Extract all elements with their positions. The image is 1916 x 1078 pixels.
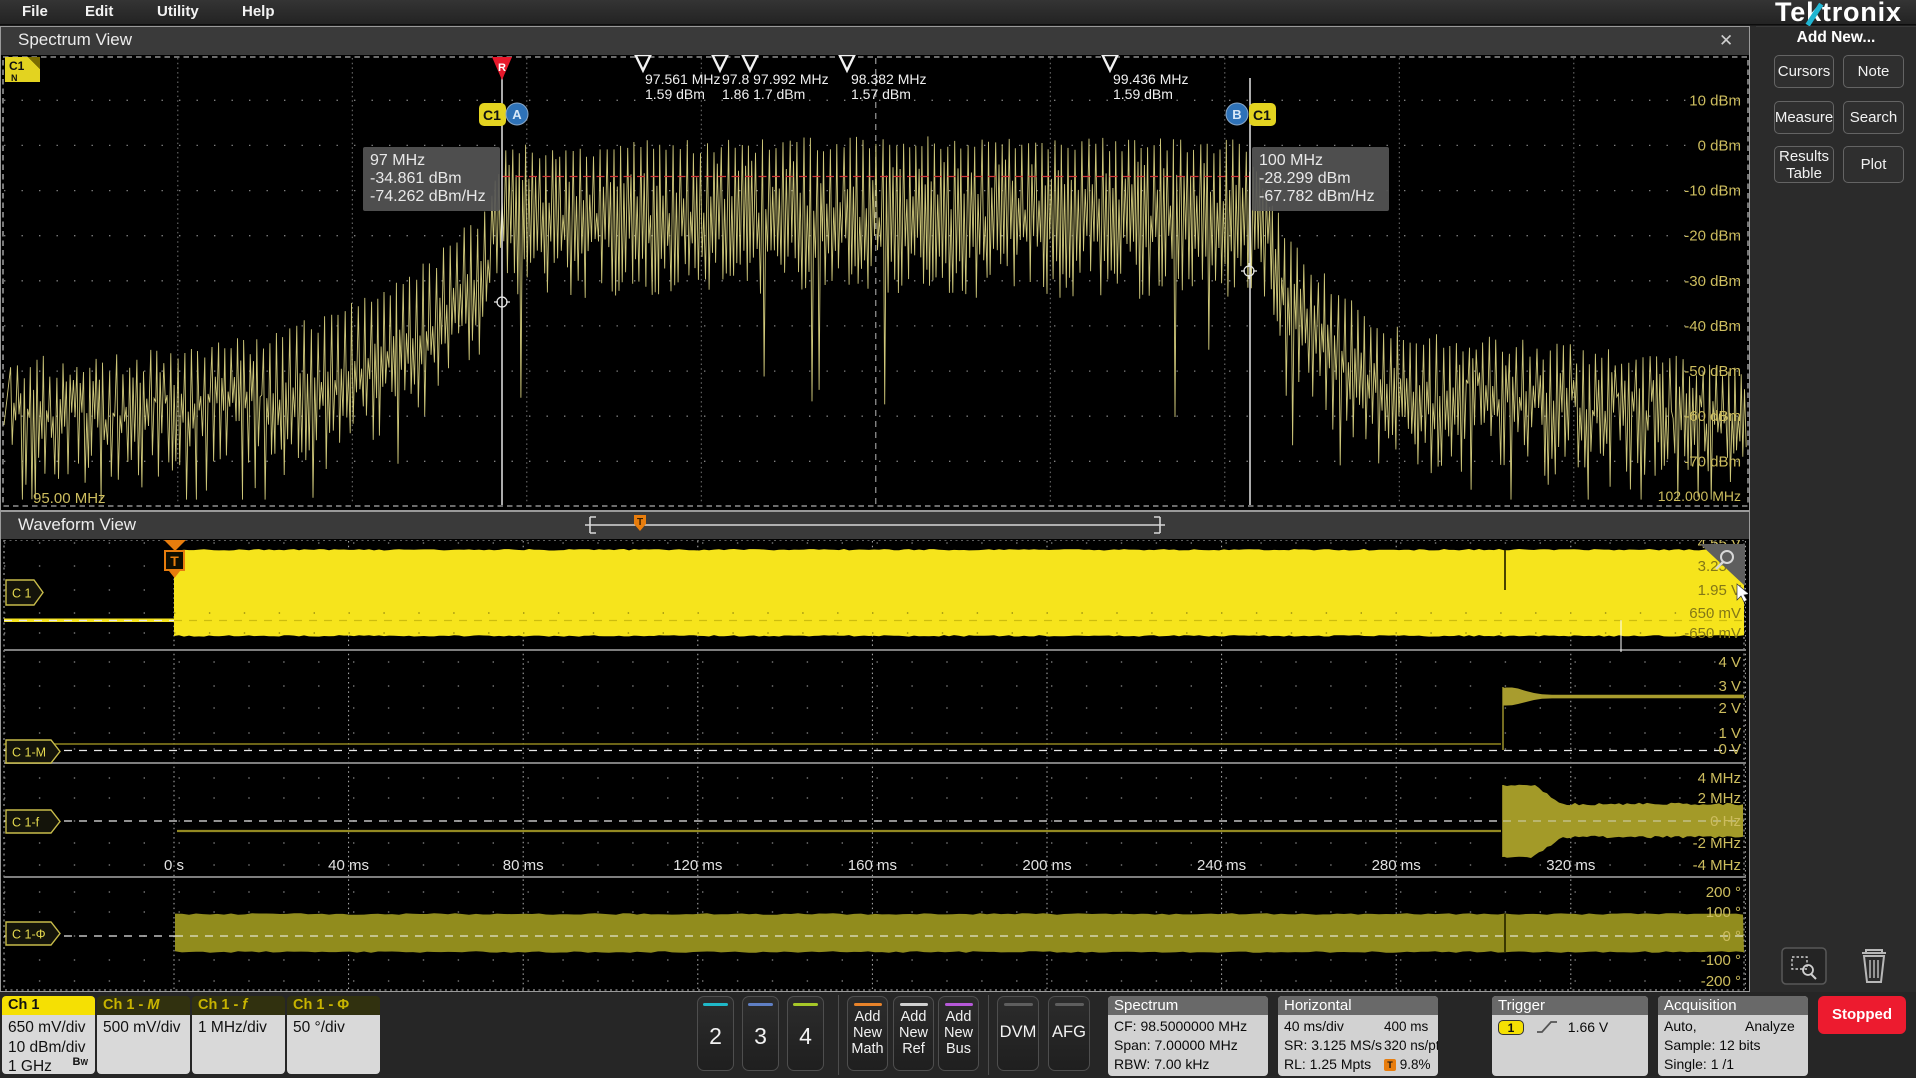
svg-text:-70 dBm: -70 dBm <box>1684 453 1741 470</box>
svg-text:95.00 MHz: 95.00 MHz <box>33 490 106 507</box>
svg-text:10 dBm: 10 dBm <box>1689 92 1741 109</box>
svg-text:R: R <box>498 62 506 74</box>
svg-text:-2 MHz: -2 MHz <box>1693 835 1741 852</box>
svg-text:T: T <box>637 517 643 528</box>
svg-text:280 ms: 280 ms <box>1372 857 1421 874</box>
svg-text:-60 dBm: -60 dBm <box>1684 408 1741 425</box>
svg-text:1.59 dBm: 1.59 dBm <box>645 86 705 102</box>
svg-text:-10 dBm: -10 dBm <box>1684 183 1741 200</box>
svg-text:100 MHz: 100 MHz <box>1259 152 1323 169</box>
svg-text:T: T <box>170 553 179 569</box>
svg-text:100 °: 100 ° <box>1706 904 1741 921</box>
svg-text:97 MHz: 97 MHz <box>370 152 425 169</box>
svg-text:3 V: 3 V <box>1718 678 1741 695</box>
svg-text:-40 dBm: -40 dBm <box>1684 318 1741 335</box>
svg-text:C1: C1 <box>1253 107 1271 123</box>
svg-text:200 °: 200 ° <box>1706 884 1741 901</box>
svg-text:-200 °: -200 ° <box>1701 973 1741 990</box>
svg-text:97.561 MHz: 97.561 MHz <box>645 71 720 87</box>
svg-text:120 ms: 120 ms <box>673 857 722 874</box>
svg-text:1 V: 1 V <box>1718 725 1741 742</box>
svg-text:C 1-f: C 1-f <box>12 816 40 830</box>
svg-text:0 s: 0 s <box>164 857 184 874</box>
svg-text:C1: C1 <box>9 59 25 73</box>
svg-text:2 V: 2 V <box>1718 700 1741 717</box>
svg-text:4 V: 4 V <box>1718 654 1741 671</box>
svg-text:N: N <box>11 73 18 83</box>
svg-text:2 MHz: 2 MHz <box>1698 790 1741 807</box>
svg-text:650 mV: 650 mV <box>1689 605 1741 622</box>
svg-text:200 ms: 200 ms <box>1022 857 1071 874</box>
svg-text:B: B <box>1232 107 1241 122</box>
svg-text:C1: C1 <box>483 107 501 123</box>
svg-text:C 1-M: C 1-M <box>12 746 46 760</box>
svg-text:-34.861 dBm: -34.861 dBm <box>370 170 462 187</box>
svg-text:98.382 MHz: 98.382 MHz <box>851 71 926 87</box>
svg-text:0 dBm: 0 dBm <box>1698 137 1741 154</box>
svg-text:0 V: 0 V <box>1718 741 1741 758</box>
svg-text:320 ms: 320 ms <box>1546 857 1595 874</box>
svg-text:102.000 MHz: 102.000 MHz <box>1658 488 1741 504</box>
svg-text:99.436 MHz: 99.436 MHz <box>1113 71 1188 87</box>
svg-text:C 1: C 1 <box>12 587 32 601</box>
svg-text:-20 dBm: -20 dBm <box>1684 228 1741 245</box>
svg-text:-30 dBm: -30 dBm <box>1684 273 1741 290</box>
svg-text:160 ms: 160 ms <box>848 857 897 874</box>
svg-text:1.95 V: 1.95 V <box>1698 582 1741 599</box>
svg-text:1.86 1.7 dBm: 1.86 1.7 dBm <box>722 86 805 102</box>
svg-text:0 Hz: 0 Hz <box>1710 813 1741 830</box>
svg-text:1.57 dBm: 1.57 dBm <box>851 86 911 102</box>
svg-text:-50 dBm: -50 dBm <box>1684 363 1741 380</box>
svg-text:80 ms: 80 ms <box>503 857 544 874</box>
svg-text:-650 mV: -650 mV <box>1684 625 1741 642</box>
svg-text:-74.262 dBm/Hz: -74.262 dBm/Hz <box>370 188 486 205</box>
svg-text:0 °: 0 ° <box>1722 928 1741 945</box>
svg-text:-4 MHz: -4 MHz <box>1693 857 1741 874</box>
svg-text:4 MHz: 4 MHz <box>1698 770 1741 787</box>
svg-text:A: A <box>512 107 522 122</box>
svg-text:-28.299 dBm: -28.299 dBm <box>1259 170 1351 187</box>
svg-text:97.8 97.992 MHz: 97.8 97.992 MHz <box>722 71 829 87</box>
svg-text:1.59 dBm: 1.59 dBm <box>1113 86 1173 102</box>
svg-text:-100 °: -100 ° <box>1701 952 1741 969</box>
svg-text:C 1-Φ: C 1-Φ <box>12 928 46 942</box>
svg-text:-67.782 dBm/Hz: -67.782 dBm/Hz <box>1259 188 1375 205</box>
svg-text:40 ms: 40 ms <box>328 857 369 874</box>
svg-text:240 ms: 240 ms <box>1197 857 1246 874</box>
